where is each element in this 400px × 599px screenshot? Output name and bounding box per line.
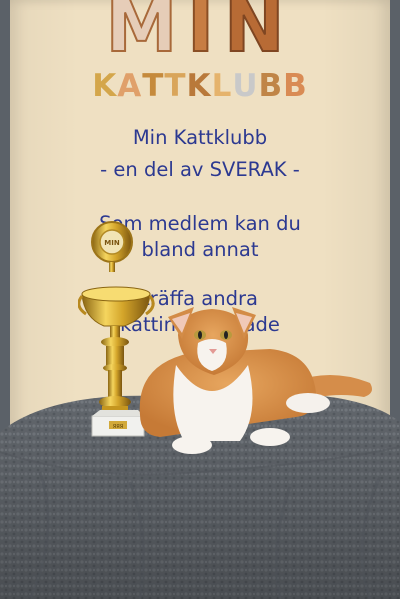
banner-heading: Min Kattklubb <box>132 126 268 149</box>
logo-letter: K <box>186 68 212 104</box>
logo-subtitle: KATTKLUBB <box>0 66 400 106</box>
logo-letter: T <box>142 68 165 104</box>
banner-line-2: bland annat <box>141 238 259 261</box>
logo-letter: I <box>186 0 225 68</box>
logo-letter: K <box>92 68 118 104</box>
logo-letter: B <box>283 68 308 104</box>
banner-subheading: - en del av SVERAK - <box>100 158 300 181</box>
orange-white-cat <box>139 307 372 454</box>
logo-letter: M <box>105 0 188 68</box>
logo-title: MIN <box>0 0 400 68</box>
logo-letter: B <box>258 68 284 104</box>
photo: MIN KATTKLUBB Min Kattklubb - en del av … <box>0 0 400 599</box>
logo-letter: L <box>211 68 233 104</box>
logo-letter: T <box>164 68 187 104</box>
logo-letter: U <box>232 68 259 104</box>
medal-text: MIN <box>104 239 120 247</box>
banner-line-1: Som medlem kan du <box>99 212 301 235</box>
logo-letter: A <box>117 68 143 104</box>
logo-letter: N <box>223 0 295 68</box>
